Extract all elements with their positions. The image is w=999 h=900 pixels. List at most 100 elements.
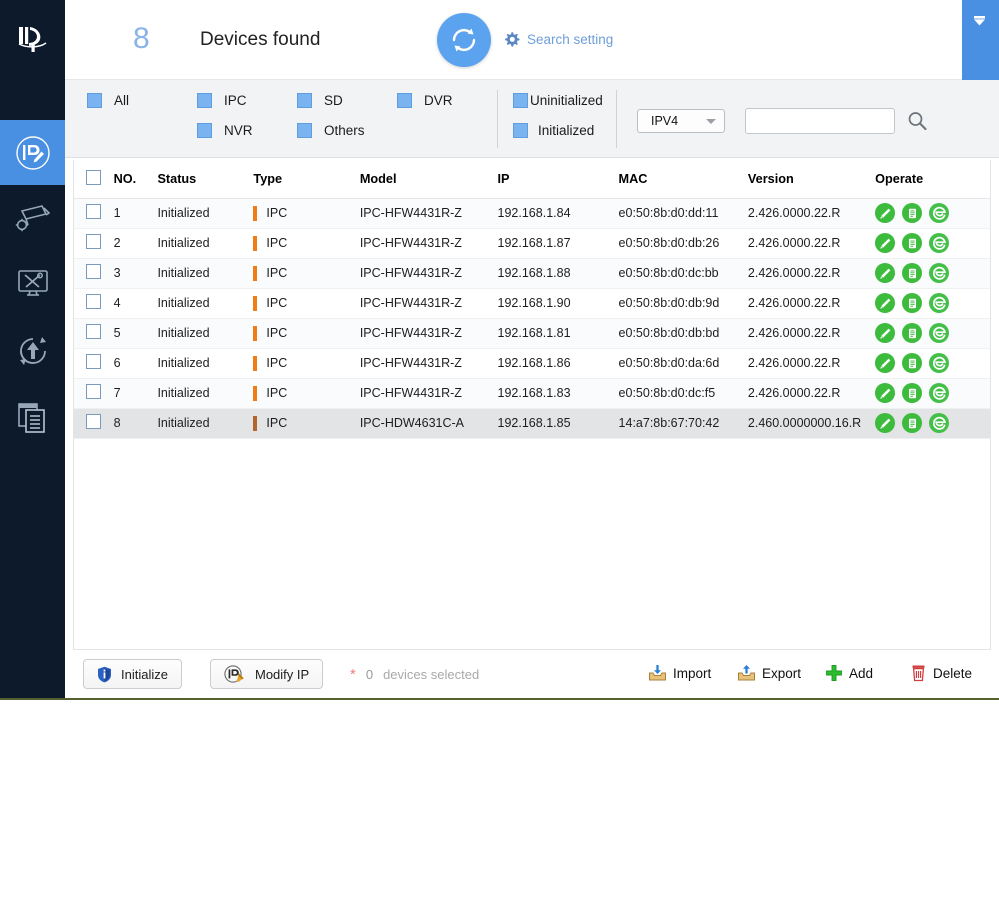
filter-initialized-checkbox[interactable]: [513, 123, 528, 138]
row-checkbox[interactable]: [86, 414, 101, 429]
cell-operate: [875, 378, 990, 409]
cell-ip: 192.168.1.81: [497, 318, 619, 349]
web-browser-button[interactable]: [929, 263, 950, 283]
table-row[interactable]: 8 Initialized IPC IPC-HDW4631C-A 192.168.1.8…: [74, 408, 990, 439]
edit-pencil-button[interactable]: [875, 293, 896, 313]
filter-others-label: Others: [324, 123, 365, 138]
filter-all-checkbox[interactable]: [87, 93, 102, 108]
filter-dvr-checkbox[interactable]: [397, 93, 412, 108]
device-details-button[interactable]: [902, 263, 923, 283]
cell-ip: 192.168.1.84: [497, 198, 619, 229]
device-details-button[interactable]: [902, 293, 923, 313]
device-details-button[interactable]: [902, 413, 923, 433]
row-checkbox[interactable]: [86, 354, 101, 369]
cell-mac: e0:50:8b:d0:dc:bb: [618, 258, 748, 289]
web-browser-button[interactable]: [929, 203, 950, 223]
table-row[interactable]: 6 Initialized IPC IPC-HFW4431R-Z 192.168.1.8…: [74, 348, 990, 379]
filter-nvr-checkbox[interactable]: [197, 123, 212, 138]
table-row[interactable]: 3 Initialized IPC IPC-HFW4431R-Z 192.168.1.8…: [74, 258, 990, 289]
edit-pencil-button[interactable]: [875, 413, 896, 433]
selected-text: devices selected: [383, 667, 480, 682]
cell-type: IPC: [253, 378, 360, 409]
ip-version-select[interactable]: IPV4: [637, 109, 725, 133]
sidebar-item-device-tools[interactable]: [0, 250, 65, 315]
search-setting-button[interactable]: Search setting: [503, 31, 613, 48]
search-button[interactable]: [906, 110, 928, 137]
filter-uninitialized-checkbox[interactable]: [513, 93, 528, 108]
filter-uninitialized[interactable]: Uninitialized: [513, 93, 603, 108]
web-browser-button[interactable]: [929, 383, 950, 403]
row-checkbox[interactable]: [86, 384, 101, 399]
row-checkbox[interactable]: [86, 294, 101, 309]
cell-operate: [875, 288, 990, 319]
edit-pencil-button[interactable]: [875, 233, 896, 253]
cell-mac: e0:50:8b:d0:db:26: [618, 228, 748, 259]
sidebar-item-upgrade[interactable]: [0, 318, 65, 383]
app-logo: [0, 12, 65, 68]
row-checkbox[interactable]: [86, 234, 101, 249]
edit-pencil-button[interactable]: [875, 353, 896, 373]
ip-edit-icon: [15, 135, 50, 170]
cell-mac: e0:50:8b:d0:db:bd: [618, 318, 748, 349]
sidebar-item-logs[interactable]: [0, 385, 65, 450]
modify-ip-button[interactable]: Modify IP: [210, 659, 324, 689]
web-browser-button[interactable]: [929, 353, 950, 373]
web-browser-button[interactable]: [929, 323, 950, 343]
cell-model: IPC-HFW4431R-Z: [359, 198, 498, 229]
filter-sd[interactable]: SD: [297, 93, 343, 108]
select-all-checkbox[interactable]: [86, 169, 101, 185]
filter-others-checkbox[interactable]: [297, 123, 312, 138]
initialize-button[interactable]: Initialize: [83, 659, 182, 689]
table-row[interactable]: 4 Initialized IPC IPC-HFW4431R-Z 192.168.1.9…: [74, 288, 990, 319]
ipc-config-tool-window: 8 Devices found Search setting All IPC S…: [0, 0, 999, 700]
collapse-button[interactable]: [968, 10, 990, 32]
device-details-button[interactable]: [902, 323, 923, 343]
table-row[interactable]: 2 Initialized IPC IPC-HFW4431R-Z 192.168.1.8…: [74, 228, 990, 259]
cell-version: 2.426.0000.22.R: [747, 228, 876, 259]
filter-initialized[interactable]: Initialized: [513, 123, 594, 138]
table-row[interactable]: 1 Initialized IPC IPC-HFW4431R-Z 192.168.1.8…: [74, 198, 990, 229]
row-checkbox[interactable]: [86, 204, 101, 219]
header-type: Type: [253, 160, 360, 199]
row-checkbox[interactable]: [86, 324, 101, 339]
edit-pencil-button[interactable]: [875, 383, 896, 403]
device-details-button[interactable]: [902, 203, 923, 223]
device-details-button[interactable]: [902, 383, 923, 403]
edit-pencil-button[interactable]: [875, 203, 896, 223]
filter-nvr[interactable]: NVR: [197, 123, 253, 138]
filter-ipc[interactable]: IPC: [197, 93, 247, 108]
operate-buttons: [875, 413, 990, 433]
filter-sd-label: SD: [324, 93, 343, 108]
search-input[interactable]: [745, 108, 895, 134]
device-details-button[interactable]: [902, 353, 923, 373]
cell-version: 2.426.0000.22.R: [747, 258, 876, 289]
cell-no: 4: [113, 288, 158, 319]
edit-pencil-button[interactable]: [875, 263, 896, 283]
cell-status: Initialized: [157, 378, 254, 409]
refresh-button[interactable]: [437, 13, 491, 67]
filter-ipc-checkbox[interactable]: [197, 93, 212, 108]
add-button[interactable]: Add: [825, 664, 873, 682]
sidebar-item-device-config[interactable]: [0, 185, 65, 250]
cell-type: IPC: [253, 348, 360, 379]
web-browser-button[interactable]: [929, 233, 950, 253]
row-checkbox[interactable]: [86, 264, 101, 279]
delete-button[interactable]: Delete: [910, 664, 972, 682]
web-browser-button[interactable]: [929, 293, 950, 313]
table-row[interactable]: 7 Initialized IPC IPC-HFW4431R-Z 192.168.1.8…: [74, 378, 990, 409]
edit-pencil-button[interactable]: [875, 323, 896, 343]
filter-sd-checkbox[interactable]: [297, 93, 312, 108]
import-button[interactable]: Import: [648, 664, 711, 682]
cell-no: 5: [113, 318, 158, 349]
filter-dvr[interactable]: DVR: [397, 93, 453, 108]
sidebar-item-modify-ip[interactable]: [0, 120, 65, 185]
filter-others[interactable]: Others: [297, 123, 365, 138]
web-browser-button[interactable]: [929, 413, 950, 433]
filter-all[interactable]: All: [87, 93, 129, 108]
table-row[interactable]: 5 Initialized IPC IPC-HFW4431R-Z 192.168.1.8…: [74, 318, 990, 349]
cell-no: 7: [113, 378, 158, 409]
top-bar: 8 Devices found Search setting: [65, 0, 999, 80]
documents-icon: [17, 402, 45, 433]
device-details-button[interactable]: [902, 233, 923, 253]
export-button[interactable]: Export: [737, 664, 801, 682]
